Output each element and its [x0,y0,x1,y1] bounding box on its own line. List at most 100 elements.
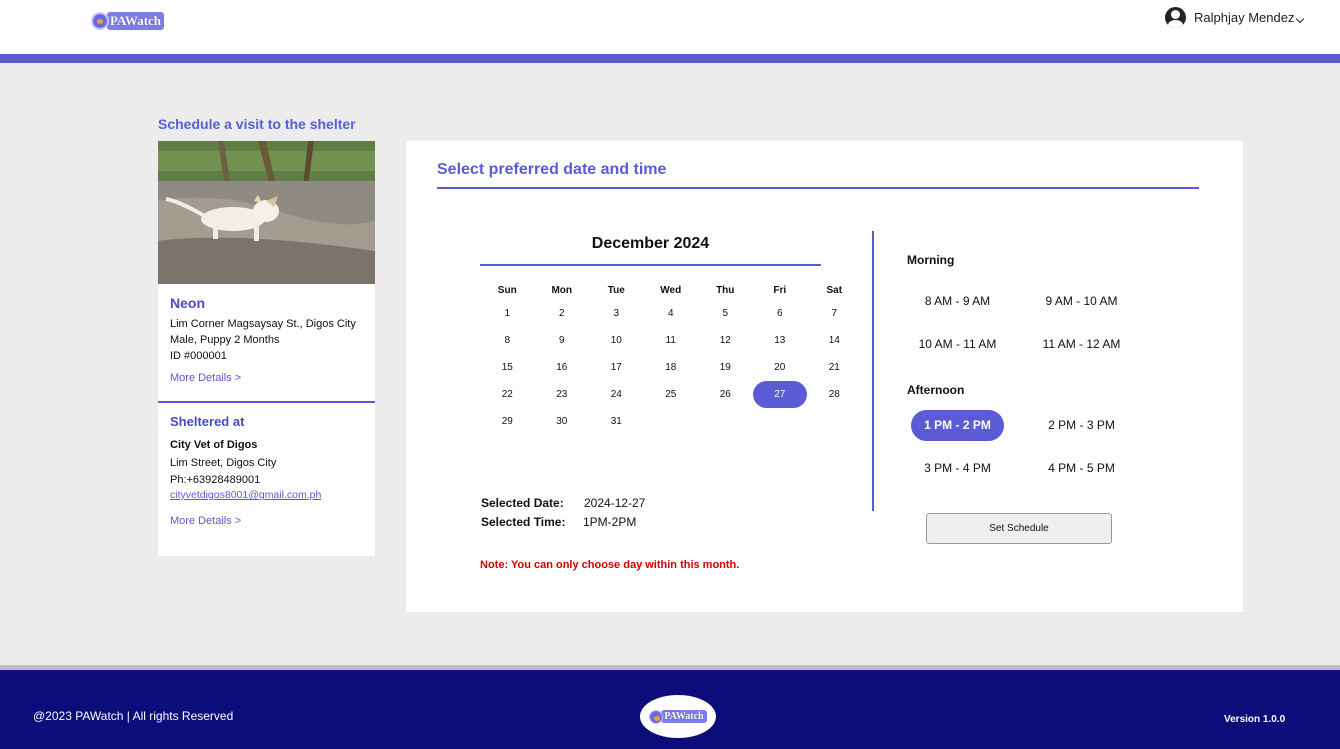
pet-details: Male, Puppy 2 Months [170,334,280,346]
calendar-day[interactable]: 3 [589,300,644,327]
month-underline [480,264,821,266]
calendar-day[interactable]: 24 [589,381,644,408]
calendar-week: 1 2 3 4 5 6 7 [480,300,837,327]
time-slot[interactable]: 2 PM - 3 PM [1035,410,1128,441]
schedule-visit-title: Schedule a visit to the shelter [158,116,356,132]
footer-logo[interactable]: PAWatch [640,695,716,738]
calendar-day[interactable]: 7 [807,300,862,327]
calendar-day[interactable]: 25 [644,381,699,408]
calendar-day[interactable]: 20 [753,354,808,381]
calendar-day[interactable]: 10 [589,327,644,354]
chevron-down-icon [1296,14,1305,23]
footer: @2023 PAWatch | All rights Reserved PAWa… [0,670,1340,749]
time-slot[interactable]: 4 PM - 5 PM [1035,453,1128,484]
calendar-weekdays: Sun Mon Tue Wed Thu Fri Sat [480,281,842,300]
calendar-week: 15 16 17 18 19 20 21 [480,354,840,381]
weekday-label: Mon [551,285,573,296]
scheduler-title: Select preferred date and time [437,161,667,178]
calendar: Sun Mon Tue Wed Thu Fri Sat 1 2 3 4 5 6 … [480,281,842,435]
footer-logo-text: PAWatch [661,710,707,723]
pet-address: Lim Corner Magsaysay St., Digos City [170,318,356,330]
shelter-phone: Ph:+63928489001 [170,474,261,486]
calendar-day-empty [753,408,808,435]
calendar-day[interactable]: 6 [753,300,808,327]
calendar-day[interactable]: 23 [535,381,590,408]
calendar-day-empty [698,408,753,435]
shelter-more-details-link[interactable]: More Details > [170,515,241,527]
calendar-day[interactable]: 26 [698,381,753,408]
vertical-divider [872,231,874,511]
calendar-day-empty [644,408,699,435]
selected-time-label: Selected Time: [481,515,566,529]
user-avatar-icon [1165,7,1186,28]
calendar-day[interactable]: 8 [480,327,535,354]
weekday-label: Wed [660,285,682,296]
weekday-label: Tue [607,285,625,296]
calendar-day[interactable]: 19 [698,354,753,381]
set-schedule-button[interactable]: Set Schedule [926,513,1112,544]
calendar-day[interactable]: 11 [644,327,699,354]
calendar-day[interactable]: 9 [535,327,590,354]
pet-id: ID #000001 [170,350,227,362]
calendar-day[interactable]: 14 [807,327,862,354]
title-underline [437,187,1199,189]
pet-photo [158,141,375,284]
pet-more-details-link[interactable]: More Details > [170,372,241,384]
weekday-label: Thu [716,285,735,296]
selected-date-value: 2024-12-27 [584,496,646,510]
sheltered-at-title: Sheltered at [170,414,245,429]
weekday-label: Sat [826,285,843,296]
paw-icon [649,709,664,724]
calendar-day[interactable]: 31 [589,408,644,435]
pet-name: Neon [170,295,205,311]
paw-icon [91,12,109,30]
selected-date-label: Selected Date: [481,496,564,510]
time-slot[interactable]: 8 AM - 9 AM [911,286,1004,317]
calendar-day[interactable]: 21 [807,354,862,381]
user-menu[interactable]: Ralphjay Mendez [1165,7,1305,28]
scheduler-panel: Select preferred date and time December … [406,141,1243,612]
time-slot[interactable]: 9 AM - 10 AM [1035,286,1128,317]
shelter-email-link[interactable]: cityvetdigos8001@gmail.com.ph [170,489,321,501]
time-slot[interactable]: 10 AM - 11 AM [911,329,1004,360]
calendar-day[interactable]: 12 [698,327,753,354]
calendar-day[interactable]: 17 [589,354,644,381]
calendar-month: December 2024 [591,235,710,252]
calendar-day[interactable]: 30 [535,408,590,435]
time-slot[interactable]: 3 PM - 4 PM [911,453,1004,484]
pawatch-logo[interactable]: PAWatch [91,10,175,32]
month-restriction-note: Note: You can only choose day within thi… [480,559,740,571]
calendar-day-selected[interactable]: 27 [752,381,807,408]
calendar-day[interactable]: 18 [644,354,699,381]
calendar-day[interactable]: 13 [753,327,808,354]
header-accent-bar [0,54,1340,63]
time-slot[interactable]: 11 AM - 12 AM [1035,329,1128,360]
weekday-label: Fri [773,285,787,296]
time-slot-selected[interactable]: 1 PM - 2 PM [911,410,1004,441]
afternoon-label: Afternoon [907,383,965,397]
dog-photo-illustration [158,141,375,284]
copyright-text: @2023 PAWatch | All rights Reserved [33,709,234,723]
user-name: Ralphjay Mendez [1194,10,1295,25]
calendar-day[interactable]: 15 [480,354,535,381]
weekday-label: Sun [497,285,517,296]
version-text: Version 1.0.0 [1224,714,1286,725]
logo-text: PAWatch [107,12,165,30]
calendar-day[interactable]: 2 [535,300,590,327]
card-divider [158,401,375,403]
pet-card: Neon Lim Corner Magsaysay St., Digos Cit… [158,141,375,556]
calendar-week: 8 9 10 11 12 13 14 [480,327,839,354]
selected-time-value: 1PM-2PM [583,515,637,529]
shelter-name: City Vet of Digos [170,439,258,451]
calendar-day[interactable]: 16 [535,354,590,381]
morning-label: Morning [907,253,955,267]
calendar-day[interactable]: 28 [807,381,862,408]
shelter-address: Lim Street, Digos City [170,457,277,469]
calendar-day[interactable]: 5 [698,300,753,327]
calendar-day[interactable]: 1 [480,300,535,327]
calendar-day-empty [807,408,862,435]
calendar-day[interactable]: 22 [480,381,535,408]
calendar-day[interactable]: 4 [644,300,699,327]
calendar-day[interactable]: 29 [480,408,535,435]
top-header: PAWatch Ralphjay Mendez [0,0,1340,54]
